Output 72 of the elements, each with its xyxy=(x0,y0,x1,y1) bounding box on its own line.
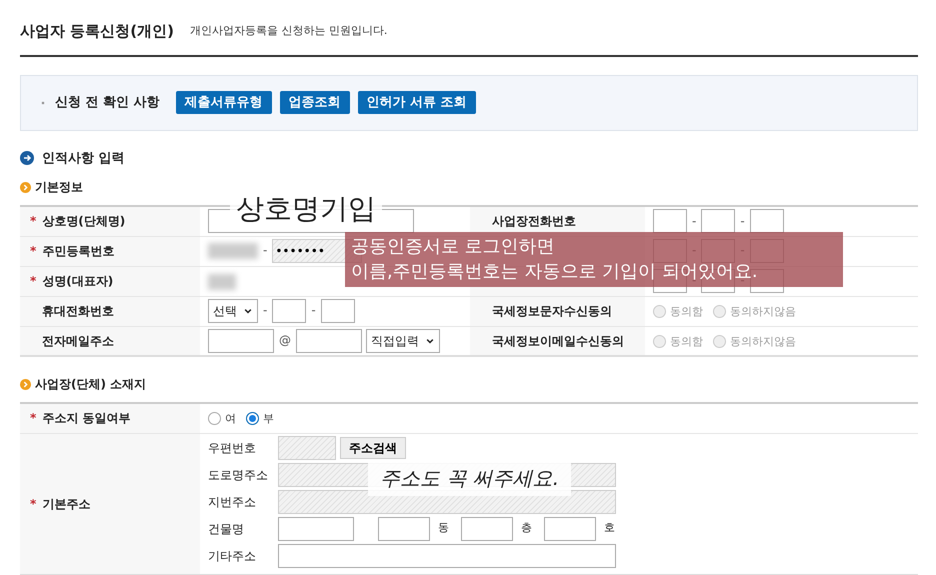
unit-label: 층 xyxy=(521,520,532,536)
field-label: 상호명(단체명) xyxy=(42,214,126,228)
radio-button[interactable] xyxy=(246,412,259,426)
subsection-title: 기본정보 xyxy=(35,179,83,196)
blurred-value xyxy=(208,243,258,259)
separator: - xyxy=(263,303,268,318)
input-field[interactable] xyxy=(653,209,687,234)
address-search-button[interactable]: 주소검색 xyxy=(340,436,406,458)
input-field[interactable] xyxy=(461,516,513,540)
field-label: 휴대전화번호 xyxy=(42,304,114,318)
at-sign: @ xyxy=(279,333,291,348)
precheck-button[interactable]: 업종조회 xyxy=(280,90,350,114)
separator: - xyxy=(311,303,316,318)
blurred-value xyxy=(208,274,236,290)
option-label: 동의하지않음 xyxy=(730,334,796,348)
field-label: 전자메일주소 xyxy=(42,334,114,348)
separator: - xyxy=(692,214,696,228)
option-label: 동의함 xyxy=(670,304,703,318)
select-dropdown[interactable]: 직접입력 xyxy=(366,328,440,353)
chevron-circle-icon xyxy=(20,182,31,192)
input-field[interactable] xyxy=(544,516,596,540)
input-field[interactable] xyxy=(320,299,355,323)
subsection-title: 사업장(단체) 소재지 xyxy=(35,376,146,393)
annotation-tooltip: 주소도 꼭 써주세요. xyxy=(368,460,572,496)
unit-label: 호 xyxy=(604,520,615,536)
precheck-button[interactable]: 제출서류유형 xyxy=(176,90,272,114)
input-field[interactable] xyxy=(278,436,336,460)
input-field[interactable] xyxy=(278,544,616,568)
page-description: 개인사업자등록을 신청하는 민원입니다. xyxy=(190,23,388,39)
required-mark: * xyxy=(30,496,36,510)
field-label: 도로명주소 xyxy=(208,466,269,484)
input-field[interactable] xyxy=(750,209,784,234)
field-label: 사업장전화번호 xyxy=(492,214,576,228)
page-title: 사업자 등록신청(개인) xyxy=(20,21,174,42)
select-dropdown[interactable]: 선택 xyxy=(208,299,258,323)
arrow-circle-icon xyxy=(20,151,34,166)
field-label: 지번주소 xyxy=(208,494,257,510)
field-label: 주소지 동일여부 xyxy=(42,411,130,426)
radio-button[interactable] xyxy=(208,412,221,426)
input-field[interactable] xyxy=(701,209,736,234)
separator: - xyxy=(692,273,696,288)
chevron-circle-icon xyxy=(20,378,31,390)
input-field[interactable] xyxy=(296,328,362,353)
field-label: 국세정보이메일수신동의 xyxy=(492,334,624,348)
field-label: 주민등록번호 xyxy=(42,244,114,258)
option-label: 부 xyxy=(263,412,274,425)
required-mark: * xyxy=(30,274,36,288)
field-label: 건물명 xyxy=(208,520,245,538)
unit-label: 동 xyxy=(438,520,449,536)
required-mark: * xyxy=(30,214,36,228)
field-label: 기타주소 xyxy=(208,548,257,564)
option-label: 동의하지않음 xyxy=(730,304,796,318)
field-label: 우편번호 xyxy=(208,440,257,456)
precheck-button[interactable]: 인허가 서류 조회 xyxy=(358,90,476,114)
separator: - xyxy=(740,243,745,258)
input-field[interactable] xyxy=(272,299,306,323)
required-mark: * xyxy=(30,411,36,426)
caret-icon xyxy=(243,306,253,316)
input-field[interactable] xyxy=(208,328,274,353)
input-field[interactable] xyxy=(378,516,430,540)
field-label: 성명(대표자) xyxy=(42,274,114,288)
option-label: 여 xyxy=(225,412,236,425)
option-label: 동의함 xyxy=(670,334,703,348)
separator: - xyxy=(740,214,745,228)
field-label: 국세정보문자수신동의 xyxy=(492,304,612,318)
section-title: 인적사항 입력 xyxy=(42,150,125,168)
input-field[interactable] xyxy=(278,516,354,540)
separator: - xyxy=(692,243,696,258)
required-mark: * xyxy=(30,244,36,258)
separator: - xyxy=(263,243,268,258)
field-label: 기본주소 xyxy=(42,496,90,510)
precheck-label: 신청 전 확인 사항 xyxy=(55,94,160,112)
